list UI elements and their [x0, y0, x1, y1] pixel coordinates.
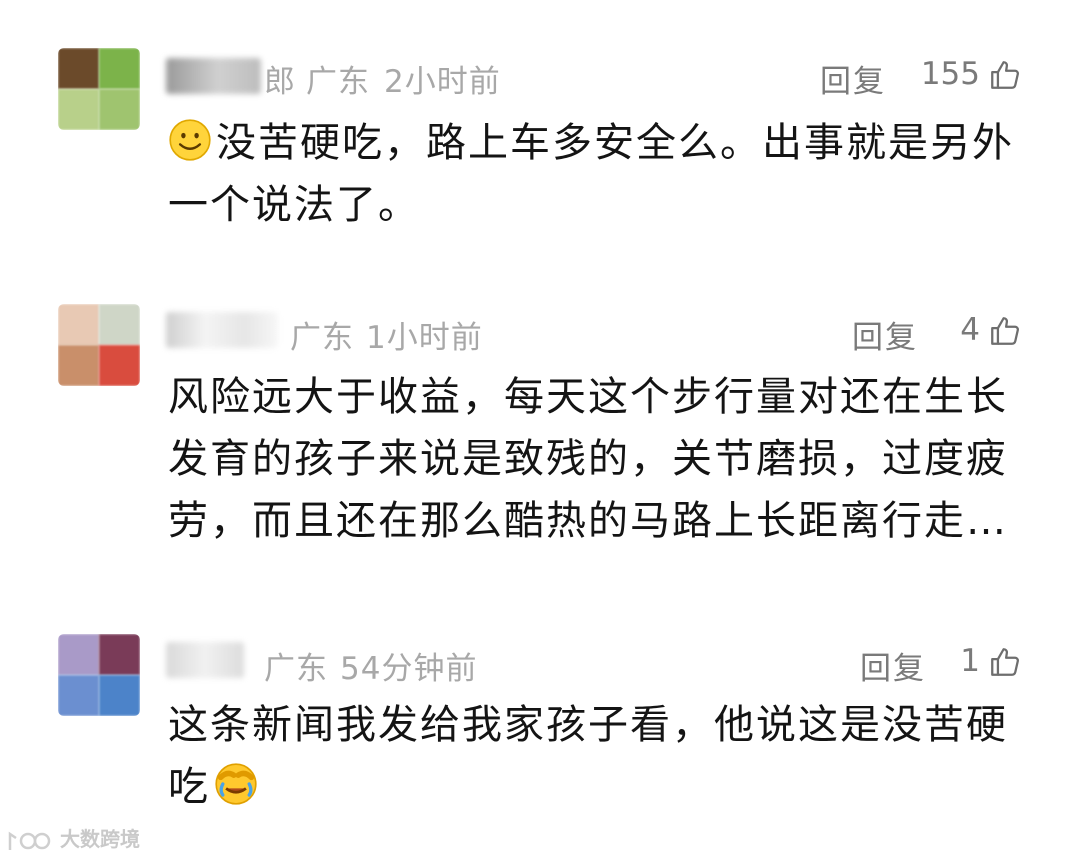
- timestamp: 2小时前: [384, 64, 501, 100]
- reply-button[interactable]: 回复: [852, 312, 918, 357]
- avatar[interactable]: [58, 304, 140, 386]
- reply-button[interactable]: 回复: [820, 56, 886, 101]
- watermark-wordmark: 大数跨境: [60, 827, 140, 851]
- comment-line: 这条新闻我发给我家孩子看，他说这是没苦硬: [168, 702, 1008, 748]
- username-blurred[interactable]: [166, 58, 261, 94]
- comment-text: 风险远大于收益，每天这个步行量对还在生长 发育的孩子来说是致残的，关节磨损，过度…: [168, 366, 1028, 552]
- comment-text: 没苦硬吃，路上车多安全么。出事就是另外 一个说法了。: [168, 112, 1028, 236]
- comment-line: 吃: [168, 756, 1028, 818]
- location-label: 广东: [306, 64, 370, 100]
- smile-emoji-icon: [169, 119, 211, 161]
- username-blurred[interactable]: [166, 642, 244, 678]
- like-count: 1: [960, 643, 980, 679]
- watermark-wordmark-text: 大数跨境: [60, 827, 140, 851]
- avatar[interactable]: [58, 48, 140, 130]
- timestamp: 1小时前: [366, 320, 483, 356]
- comment-text: 这条新闻我发给我家孩子看，他说这是没苦硬 吃: [168, 694, 1028, 818]
- thumbs-up-icon[interactable]: [988, 645, 1022, 679]
- comment-line-text: 没苦硬吃，路上车多安全么。出事就是另外: [216, 120, 1014, 166]
- thumbs-up-icon[interactable]: [988, 314, 1022, 348]
- username-blurred[interactable]: [166, 312, 278, 348]
- like-count: 155: [920, 56, 980, 92]
- like-count: 4: [960, 312, 980, 348]
- facepalm-cry-emoji-icon: [215, 763, 257, 805]
- comment-line: 发育的孩子来说是致残的，关节磨损，过度疲: [168, 436, 1008, 482]
- comment-line: 风险远大于收益，每天这个步行量对还在生长: [168, 374, 1008, 420]
- timestamp: 54分钟前: [340, 651, 478, 687]
- reply-button[interactable]: 回复: [860, 643, 926, 688]
- comment-line: 一个说法了。: [168, 182, 420, 228]
- comment-line: 劳，而且还在那么酷热的马路上长距离行走…: [168, 498, 1008, 544]
- username-fragment: 郎: [264, 64, 296, 100]
- watermark-logo: 大数跨境: [6, 826, 150, 856]
- comment-line-text: 吃: [168, 764, 210, 810]
- location-label: 广东: [264, 651, 328, 687]
- thumbs-up-icon[interactable]: [988, 58, 1022, 92]
- location-label: 广东: [290, 320, 354, 356]
- comment-line: 没苦硬吃，路上车多安全么。出事就是另外: [168, 112, 1028, 174]
- watermark-icon: [8, 831, 51, 850]
- watermark-text: 大数跨境: [60, 825, 150, 857]
- avatar[interactable]: [58, 634, 140, 716]
